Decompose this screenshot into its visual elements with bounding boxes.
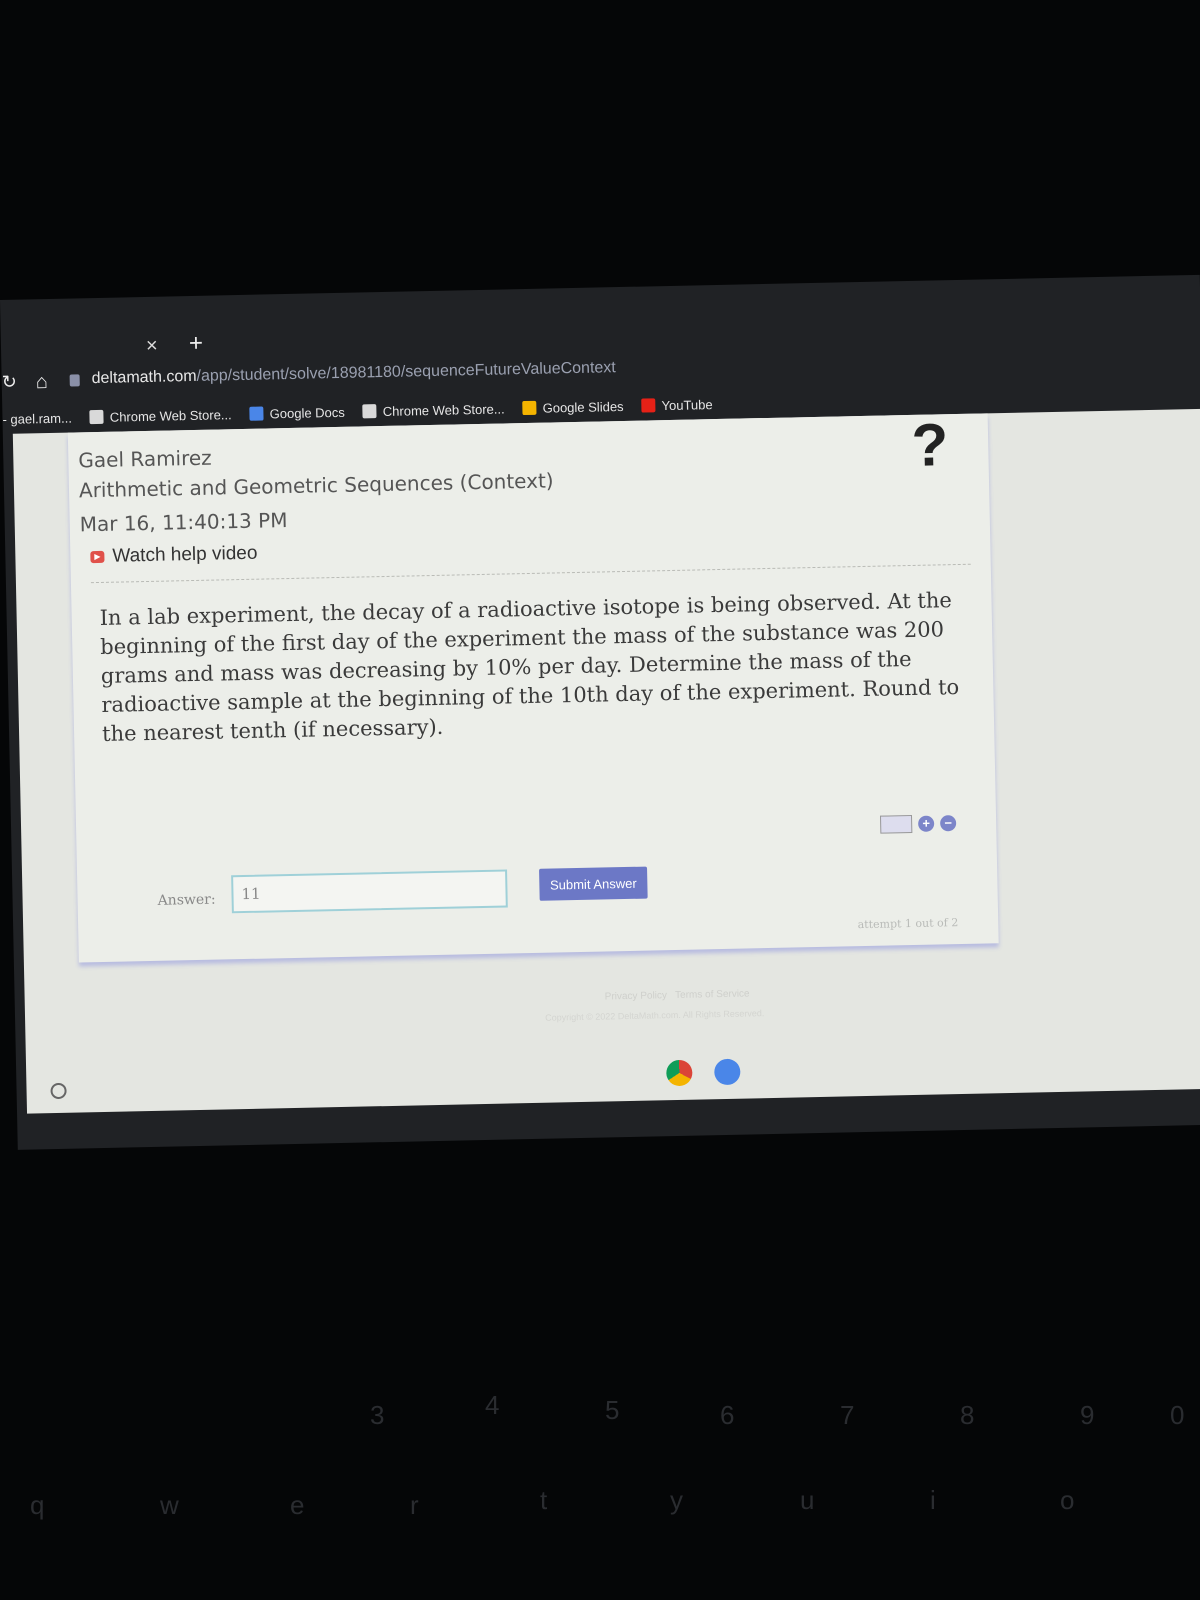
key: 5: [605, 1395, 620, 1425]
key: i: [930, 1485, 936, 1515]
play-icon: ▶: [90, 550, 105, 564]
lock-icon: [69, 374, 80, 387]
reload-icon[interactable]: ↻: [2, 372, 18, 393]
answer-label: Answer:: [157, 891, 216, 909]
bookmark-google-docs[interactable]: Google Docs: [249, 404, 345, 421]
bookmark-google-slides[interactable]: Google Slides: [522, 398, 624, 416]
bookmark-label: Google Slides: [542, 398, 624, 416]
key: y: [670, 1485, 683, 1515]
footer-links: Privacy Policy Terms of Service: [605, 988, 750, 1002]
key: t: [540, 1485, 548, 1515]
keyboard: 3 4 5 6 7 8 9 0 q w e r t y u i o: [0, 1360, 1200, 1600]
key: e: [290, 1490, 305, 1520]
submit-answer-button[interactable]: Submit Answer: [539, 866, 648, 901]
attempt-counter: attempt 1 out of 2: [857, 916, 959, 932]
youtube-icon: [641, 398, 656, 413]
key: w: [160, 1490, 179, 1520]
key: o: [1060, 1485, 1075, 1515]
bookmark-chrome-web-store-2[interactable]: Chrome Web Store...: [362, 400, 505, 419]
copyright: Copyright © 2022 DeltaMath.com. All Righ…: [545, 1008, 765, 1023]
bookmark-youtube[interactable]: YouTube: [641, 396, 713, 413]
launcher-icon[interactable]: [50, 1082, 67, 1100]
watch-help-video-link[interactable]: ▶ Watch help video: [90, 542, 258, 568]
chrome-web-store-icon: [89, 409, 104, 425]
key: 8: [960, 1400, 975, 1430]
key: 7: [840, 1400, 855, 1430]
key: u: [800, 1485, 815, 1515]
chrome-web-store-icon: [362, 404, 377, 419]
assignment-title: Arithmetic and Geometric Sequences (Cont…: [78, 468, 554, 503]
meet-icon[interactable]: [714, 1058, 741, 1086]
shelf: [666, 1058, 741, 1087]
problem-card: Gael Ramirez Arithmetic and Geometric Se…: [67, 410, 999, 963]
google-docs-icon: [249, 406, 264, 421]
key: 0: [1170, 1400, 1185, 1430]
close-tab-icon[interactable]: ×: [146, 335, 158, 358]
key: 9: [1080, 1400, 1095, 1430]
problem-text: In a lab experiment, the decay of a radi…: [99, 588, 960, 746]
home-icon[interactable]: ⌂: [36, 371, 49, 394]
datetime: Mar 16, 11:40:13 PM: [79, 508, 288, 537]
url-host: deltamath.com: [91, 367, 197, 388]
google-slides-icon: [522, 400, 537, 416]
help-video-label: Watch help video: [112, 542, 258, 567]
help-question-icon[interactable]: ?: [911, 410, 949, 480]
privacy-policy-link[interactable]: Privacy Policy: [605, 990, 667, 1002]
keyboard-icon[interactable]: [879, 815, 913, 834]
tools: + −: [879, 814, 957, 834]
answer-input[interactable]: [231, 869, 508, 914]
key: 6: [720, 1400, 735, 1430]
zoom-out-icon[interactable]: −: [940, 815, 957, 832]
divider: [90, 563, 971, 584]
student-name: Gael Ramirez: [78, 445, 212, 473]
terms-link[interactable]: Terms of Service: [675, 988, 750, 1001]
new-tab-button[interactable]: +: [189, 330, 204, 358]
chrome-icon[interactable]: [666, 1059, 693, 1087]
deltamath-page: Gael Ramirez Arithmetic and Geometric Se…: [12, 408, 1200, 1114]
url-path: /app/student/solve/18981180/sequenceFutu…: [196, 359, 616, 385]
bookmark-label: Chrome Web Store...: [382, 400, 505, 419]
key: q: [30, 1490, 45, 1520]
key: 3: [370, 1400, 385, 1430]
key: 4: [485, 1390, 500, 1420]
laptop-screen: × + ↻ ⌂ deltamath.com/app/student/solve/…: [0, 274, 1200, 1150]
bookmark-label: Google Docs: [269, 404, 345, 421]
url-text[interactable]: deltamath.com/app/student/solve/18981180…: [91, 359, 615, 388]
bookmark-label: Chrome Web Store...: [109, 406, 232, 425]
profile-tab[interactable]: - gael.ram...: [2, 410, 72, 426]
key: r: [410, 1490, 419, 1520]
zoom-in-icon[interactable]: +: [918, 815, 935, 832]
bookmark-label: YouTube: [661, 396, 713, 413]
bookmark-chrome-web-store[interactable]: Chrome Web Store...: [89, 406, 232, 425]
